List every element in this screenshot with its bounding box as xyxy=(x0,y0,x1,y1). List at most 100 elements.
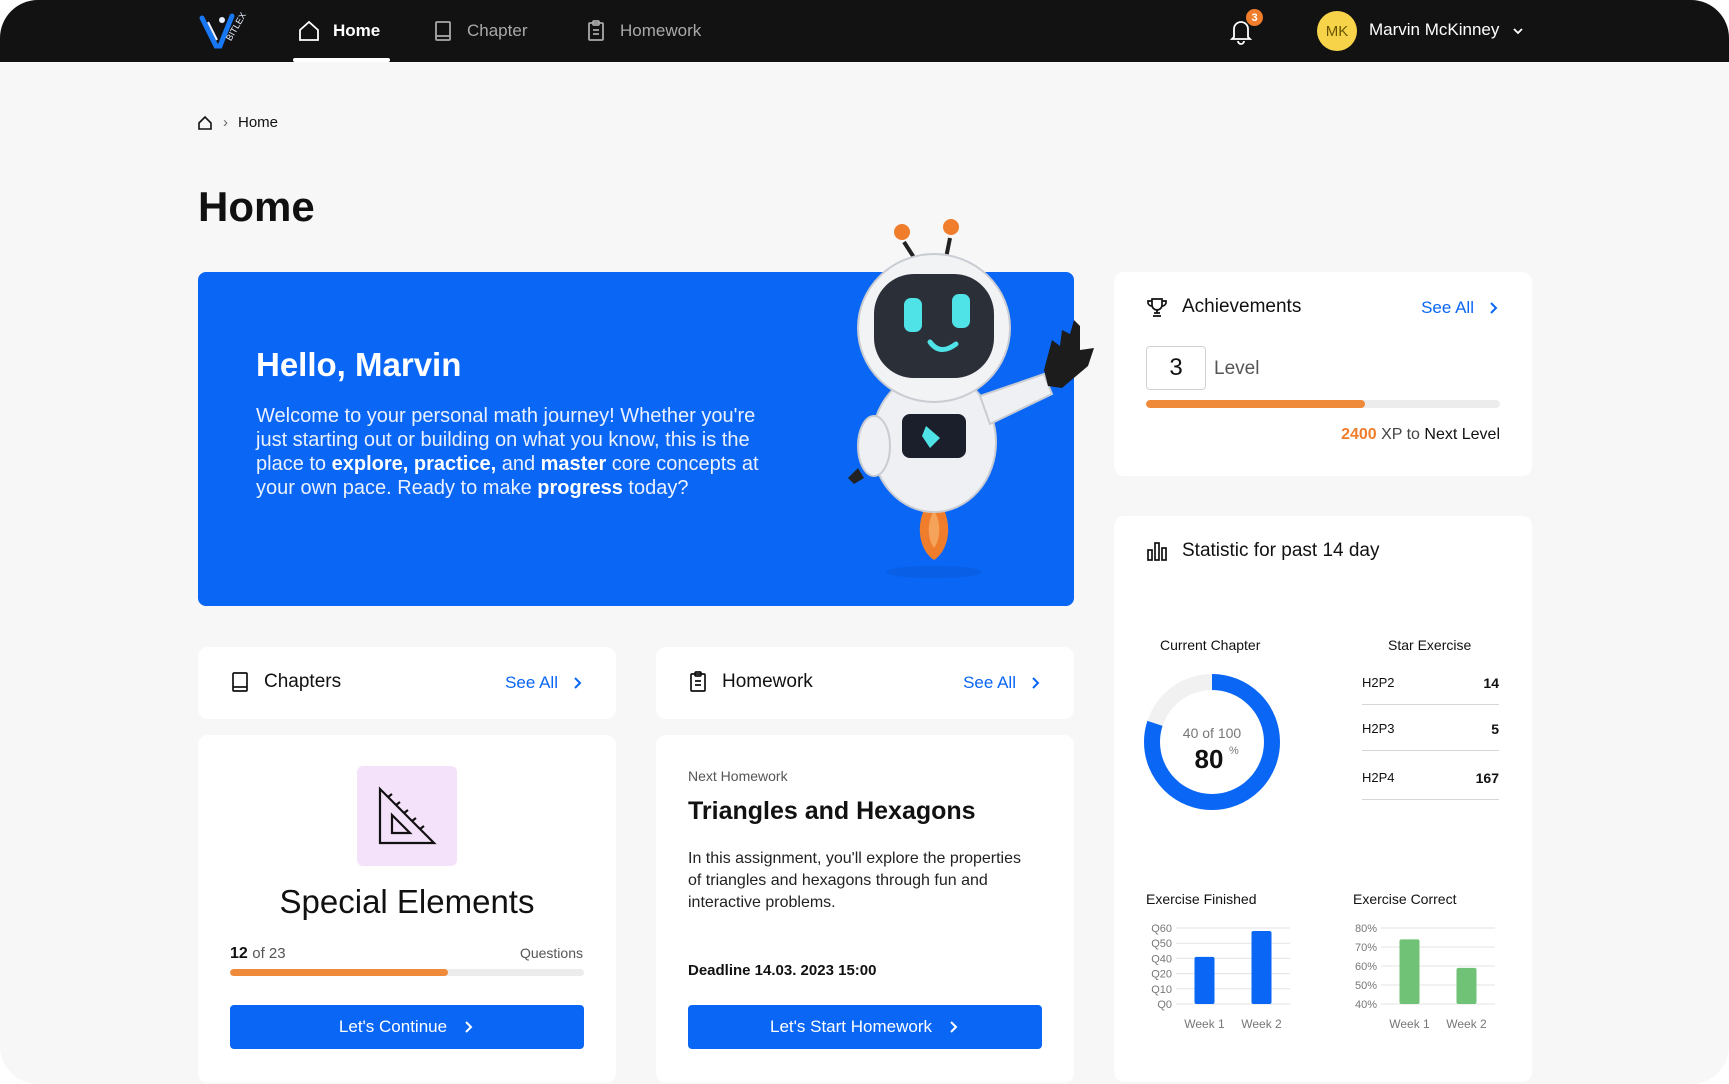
continue-button[interactable]: Let's Continue xyxy=(230,1005,584,1049)
bar xyxy=(1194,956,1215,1004)
book-icon xyxy=(435,21,451,41)
exercise-finished-chart: Q60 Q50 Q40 Q20 Q10 Q0 Week 1 Week 2 xyxy=(1151,923,1290,1031)
nav-homework-label: Homework xyxy=(620,21,702,40)
user-name[interactable]: Marvin McKinney xyxy=(1369,20,1499,40)
chevron-right-icon xyxy=(465,1021,473,1033)
xp-progress-bar xyxy=(1146,400,1500,408)
xp-progress-fill xyxy=(1146,400,1366,408)
current-chapter-label: Current Chapter xyxy=(1160,637,1261,653)
clipboard-icon xyxy=(690,671,706,692)
homework-header-card: Homework See All xyxy=(656,647,1074,719)
star-exercise-row[interactable]: H2P3 5 xyxy=(1362,707,1499,751)
achievements-header: Achievements xyxy=(1146,296,1301,318)
star-exercise-value: 167 xyxy=(1475,769,1499,786)
current-chapter-donut: 40 of 100 80 % xyxy=(1144,674,1280,810)
see-all-label: See All xyxy=(505,673,558,692)
star-exercise-value: 5 xyxy=(1491,720,1499,737)
donut-of-text: 40 of 100 xyxy=(1183,725,1242,741)
bar xyxy=(1399,939,1420,1004)
homework-see-all-link[interactable]: See All xyxy=(963,673,1042,693)
breadcrumb-current: Home xyxy=(238,114,279,131)
bitlex-logo[interactable]: BITLEX xyxy=(198,12,246,52)
y-tick-label: Q0 xyxy=(1157,999,1172,1011)
star-exercise-value: 14 xyxy=(1483,674,1499,691)
y-tick-label: 40% xyxy=(1355,999,1377,1011)
x-tick-label: Week 1 xyxy=(1184,1017,1225,1031)
y-tick-label: Q60 xyxy=(1151,923,1172,935)
homework-card: Next Homework Triangles and Hexagons In … xyxy=(656,735,1074,1083)
statistics-header: Statistic for past 14 day xyxy=(1146,540,1380,562)
homework-deadline: Deadline 14.03. 2023 15:00 xyxy=(688,962,877,979)
chevron-right-icon xyxy=(1032,677,1040,689)
breadcrumb: › Home xyxy=(197,114,278,131)
chevron-right-icon xyxy=(950,1021,958,1033)
achievements-card: Achievements See All 3 Level 2400 XP to … xyxy=(1114,272,1532,476)
y-tick-label: Q10 xyxy=(1151,984,1172,996)
x-tick-label: Week 2 xyxy=(1446,1017,1487,1031)
homework-description: In this assignment, you'll explore the p… xyxy=(688,850,1022,911)
y-tick-label: Q40 xyxy=(1151,953,1172,965)
nav-home-label: Home xyxy=(333,21,381,40)
page-title: Home xyxy=(198,183,315,230)
achievements-see-all-link[interactable]: See All xyxy=(1421,298,1500,318)
questions-label: Questions xyxy=(519,945,583,961)
star-exercise-row[interactable]: H2P4 167 xyxy=(1362,756,1499,800)
chapters-header-card: Chapters See All xyxy=(198,647,616,719)
chapters-see-all-link[interactable]: See All xyxy=(505,673,584,693)
nav-chapter[interactable]: Chapter xyxy=(431,0,527,62)
trophy-icon xyxy=(1147,298,1167,317)
chevron-down-icon[interactable] xyxy=(1511,24,1525,38)
top-nav-bar: BITLEX Home Chapter Homework 3 MK Marvin… xyxy=(0,0,1729,62)
start-homework-button-label: Let's Start Homework xyxy=(770,1017,932,1036)
exercise-finished-title: Exercise Finished xyxy=(1146,891,1257,907)
homework-kicker: Next Homework xyxy=(688,768,788,784)
book-icon xyxy=(232,672,248,692)
notification-badge: 3 xyxy=(1246,9,1263,26)
bar xyxy=(1456,967,1477,1004)
chevron-right-icon xyxy=(574,677,582,689)
y-tick-label: 60% xyxy=(1355,961,1377,973)
star-exercise-row[interactable]: H2P2 14 xyxy=(1362,661,1499,705)
y-tick-label: 80% xyxy=(1355,923,1377,935)
hero-greeting: Hello, Marvin xyxy=(256,346,462,383)
homework-header: Homework xyxy=(688,671,813,693)
chapter-progress-fill xyxy=(230,969,448,976)
see-all-label: See All xyxy=(963,673,1016,692)
y-tick-label: 50% xyxy=(1355,980,1377,992)
chapter-progress-bar xyxy=(230,969,584,976)
x-tick-label: Week 2 xyxy=(1241,1017,1282,1031)
chapters-header: Chapters xyxy=(230,671,341,693)
robot-mascot-illustration xyxy=(848,219,1094,578)
home-icon[interactable] xyxy=(197,115,213,131)
chapter-thumbnail xyxy=(357,766,457,866)
breadcrumb-separator: › xyxy=(223,114,228,131)
donut-percent-sign: % xyxy=(1229,745,1239,757)
homework-title: Homework xyxy=(722,671,813,692)
xp-to-next-level: 2400 XP to Next Level xyxy=(1341,426,1500,443)
chevron-right-icon xyxy=(1490,302,1498,314)
homework-name: Triangles and Hexagons xyxy=(688,797,976,825)
clipboard-icon xyxy=(588,20,604,41)
bar xyxy=(1251,931,1272,1004)
y-tick-label: 70% xyxy=(1355,942,1377,954)
nav-homework[interactable]: Homework xyxy=(584,0,701,62)
avatar[interactable]: MK xyxy=(1317,11,1357,51)
statistics-title: Statistic for past 14 day xyxy=(1182,540,1380,561)
star-exercise-label: Star Exercise xyxy=(1388,637,1472,653)
chapter-card: Special Elements 12 of 23 Questions Let'… xyxy=(198,735,616,1083)
start-homework-button[interactable]: Let's Start Homework xyxy=(688,1005,1042,1049)
chapter-progress-count: 12 of 23 xyxy=(230,945,286,962)
nav-chapter-label: Chapter xyxy=(467,21,528,40)
home-icon xyxy=(299,20,319,41)
bar-chart-icon xyxy=(1147,542,1167,561)
app-frame: BITLEX Home Chapter Homework 3 MK Marvin… xyxy=(0,0,1729,1084)
y-tick-label: Q50 xyxy=(1151,938,1172,950)
exercise-correct-title: Exercise Correct xyxy=(1353,891,1457,907)
level-label: Level xyxy=(1214,358,1260,379)
level-number: 3 xyxy=(1146,346,1206,390)
star-exercise-name: H2P4 xyxy=(1362,770,1395,785)
exercise-correct-chart: 80% 70% 60% 50% 40% Week 1 Week 2 xyxy=(1355,923,1495,1031)
achievements-title: Achievements xyxy=(1182,296,1302,317)
nav-home[interactable]: Home xyxy=(293,0,391,62)
continue-button-label: Let's Continue xyxy=(338,1017,448,1036)
